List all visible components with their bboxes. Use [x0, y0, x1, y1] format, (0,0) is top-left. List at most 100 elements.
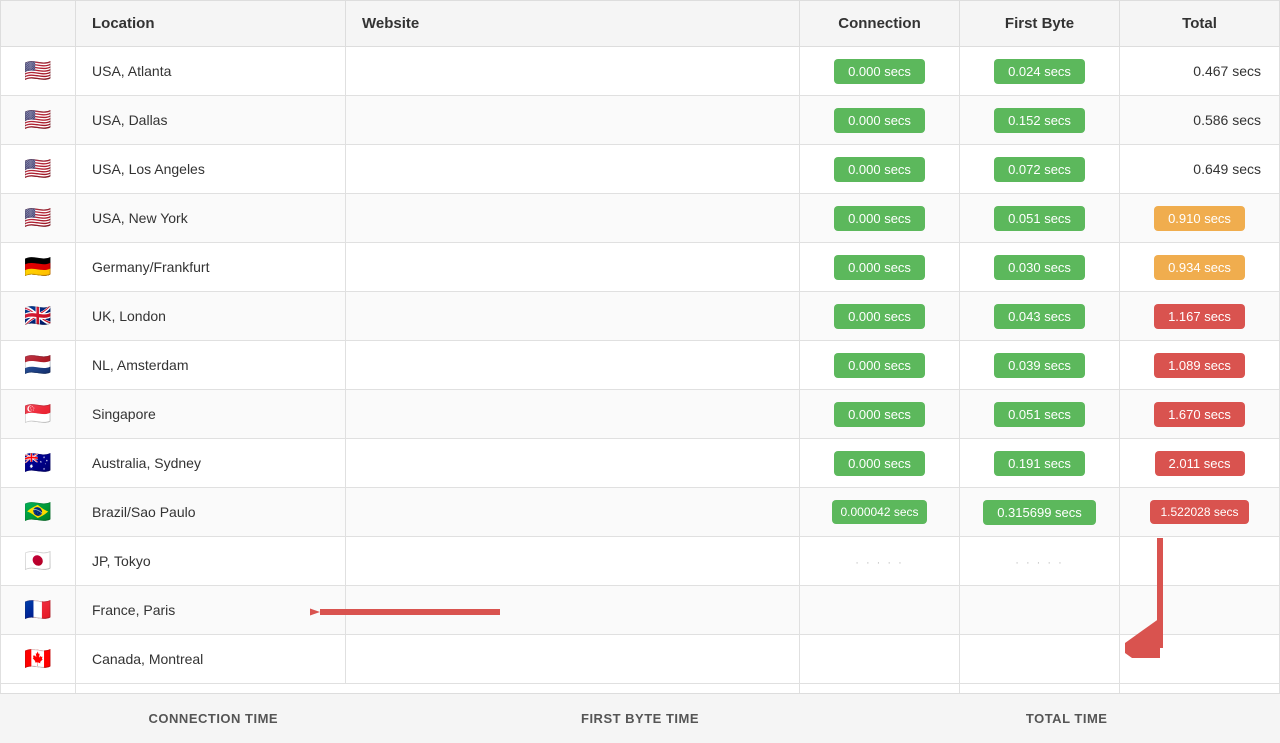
total-cell: 0.467 secs: [1120, 47, 1280, 96]
location-cell: NL, Amsterdam: [76, 341, 346, 390]
website-cell: [346, 194, 800, 243]
total-cell: 1.522028 secs: [1120, 488, 1280, 537]
col-header-website: Website: [346, 1, 800, 47]
col-header-location: Location: [76, 1, 346, 47]
table-row: 🇺🇸USA, New York 0.000 secs0.051 secs 0.910…: [1, 194, 1280, 243]
connection-cell: 0.000 secs: [800, 439, 960, 488]
partial-indicator: · · · · ·: [855, 557, 904, 569]
flag-cell: 🇫🇷: [1, 586, 76, 635]
connection-cell: 0.000 secs: [800, 341, 960, 390]
bottom-bar: CONNECTION TIME FIRST BYTE TIME TOTAL TI…: [0, 693, 1280, 743]
table-row: 🇬🇧UK, London 0.000 secs0.043 secs1.167 se…: [1, 292, 1280, 341]
connection-cell: 0.000 secs: [800, 145, 960, 194]
total-value: 0.586 secs: [1193, 112, 1261, 128]
website-cell: [346, 488, 800, 537]
total-badge-red-lg: 1.522028 secs: [1150, 500, 1248, 524]
partial-indicator: · · · · ·: [1015, 557, 1064, 569]
table-row: 🇩🇪Germany/Frankfurt 0.000 secs0.030 secs 0…: [1, 243, 1280, 292]
location-cell: UK, London: [76, 292, 346, 341]
flag-cell: 🇺🇸: [1, 194, 76, 243]
location-cell: USA, Atlanta: [76, 47, 346, 96]
flag-cell: 🇳🇱: [1, 341, 76, 390]
table-row: 🇦🇺Australia, Sydney0.000 secs0.191 secs2…: [1, 439, 1280, 488]
flag-cell: 🇺🇸: [1, 145, 76, 194]
total-badge-red: 2.011 secs: [1155, 451, 1245, 476]
connection-cell: 0.000 secs: [800, 194, 960, 243]
website-cell: [346, 341, 800, 390]
website-cell: [346, 439, 800, 488]
location-cell: USA, Dallas: [76, 96, 346, 145]
location-cell: Germany/Frankfurt: [76, 243, 346, 292]
connection-cell: 0.000 secs: [800, 96, 960, 145]
table-row: 🇫🇷France, Paris: [1, 586, 1280, 635]
table-row: 🇸🇬Singapore 0.000 secs0.051 secs 1.670 sec…: [1, 390, 1280, 439]
flag-cell: 🇨🇦: [1, 635, 76, 684]
results-table: Location Website Connection First Byte T…: [0, 0, 1280, 743]
location-cell: Canada, Montreal: [76, 635, 346, 684]
firstbyte-cell: [960, 586, 1120, 635]
col-header-firstbyte: First Byte: [960, 1, 1120, 47]
location-cell: USA, Los Angeles: [76, 145, 346, 194]
firstbyte-cell: · · · · ·: [960, 537, 1120, 586]
table-row: 🇯🇵JP, Tokyo · · · · · · · · · ·: [1, 537, 1280, 586]
website-cell: [346, 292, 800, 341]
firstbyte-cell: 0.024 secs: [960, 47, 1120, 96]
location-cell: Australia, Sydney: [76, 439, 346, 488]
arrow-down-annotation: [1125, 538, 1195, 658]
col-header-flag: [1, 1, 76, 47]
bottom-bar-firstbyte: FIRST BYTE TIME: [427, 711, 854, 726]
total-cell: 1.670 secs: [1120, 390, 1280, 439]
bottom-bar-connection: CONNECTION TIME: [0, 711, 427, 726]
connection-cell: 0.000042 secs: [800, 488, 960, 537]
firstbyte-cell: [960, 635, 1120, 684]
total-badge-orange: 0.934 secs: [1154, 255, 1245, 280]
page-wrapper: Location Website Connection First Byte T…: [0, 0, 1280, 743]
total-value: 0.649 secs: [1193, 161, 1261, 177]
firstbyte-cell: 0.072 secs: [960, 145, 1120, 194]
website-cell: [346, 47, 800, 96]
total-cell: 1.089 secs: [1120, 341, 1280, 390]
firstbyte-cell: 0.043 secs: [960, 292, 1120, 341]
connection-cell: 0.000 secs: [800, 47, 960, 96]
flag-cell: 🇸🇬: [1, 390, 76, 439]
website-cell: [346, 145, 800, 194]
location-cell: USA, New York: [76, 194, 346, 243]
table-row: 🇺🇸USA, Dallas0.000 secs0.152 secs0.586 s…: [1, 96, 1280, 145]
flag-cell: 🇧🇷: [1, 488, 76, 537]
arrow-left-annotation: [310, 585, 500, 640]
location-cell: Singapore: [76, 390, 346, 439]
connection-cell: [800, 586, 960, 635]
connection-cell: 0.000 secs: [800, 243, 960, 292]
firstbyte-cell: 0.030 secs: [960, 243, 1120, 292]
table-row: 🇺🇸USA, Los Angeles 0.000 secs0.072 secs 0.…: [1, 145, 1280, 194]
flag-cell: 🇯🇵: [1, 537, 76, 586]
location-cell: France, Paris: [76, 586, 346, 635]
total-badge-red: 1.089 secs: [1154, 353, 1245, 378]
firstbyte-cell: 0.051 secs: [960, 390, 1120, 439]
firstbyte-cell: 0.315699 secs: [960, 488, 1120, 537]
flag-cell: 🇺🇸: [1, 47, 76, 96]
connection-cell: [800, 635, 960, 684]
total-badge-red: 1.670 secs: [1154, 402, 1245, 427]
location-cell: JP, Tokyo: [76, 537, 346, 586]
connection-cell: 0.000 secs: [800, 390, 960, 439]
total-cell: 0.934 secs: [1120, 243, 1280, 292]
website-cell: [346, 635, 800, 684]
col-header-connection: Connection: [800, 1, 960, 47]
website-cell: [346, 243, 800, 292]
flag-cell: 🇬🇧: [1, 292, 76, 341]
website-cell: [346, 390, 800, 439]
website-cell: [346, 96, 800, 145]
total-cell: 2.011 secs: [1120, 439, 1280, 488]
table-row: 🇳🇱NL, Amsterdam0.000 secs0.039 secs1.089…: [1, 341, 1280, 390]
location-cell: Brazil/Sao Paulo: [76, 488, 346, 537]
connection-cell: 0.000 secs: [800, 292, 960, 341]
connection-cell: · · · · ·: [800, 537, 960, 586]
total-badge-orange: 0.910 secs: [1154, 206, 1245, 231]
flag-cell: 🇩🇪: [1, 243, 76, 292]
bottom-bar-total: TOTAL TIME: [853, 711, 1280, 726]
total-cell: 1.167 secs: [1120, 292, 1280, 341]
total-cell: 0.910 secs: [1120, 194, 1280, 243]
table-row: 🇧🇷Brazil/Sao Paulo 0.000042 secs0.315699 …: [1, 488, 1280, 537]
firstbyte-cell: 0.051 secs: [960, 194, 1120, 243]
